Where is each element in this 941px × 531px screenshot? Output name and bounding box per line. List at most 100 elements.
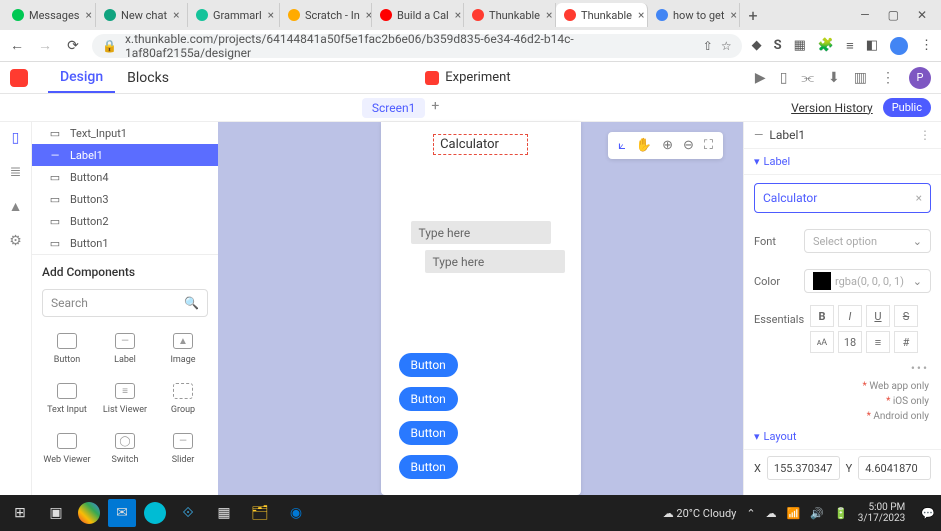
component-slider[interactable]: —Slider: [154, 427, 212, 471]
component-web-viewer[interactable]: Web Viewer: [38, 427, 96, 471]
wifi-icon[interactable]: 📶: [787, 507, 801, 520]
canvas-button[interactable]: Button: [399, 387, 458, 411]
canvas-text-input[interactable]: Type here: [411, 221, 551, 244]
x-input[interactable]: 155.370347: [767, 456, 840, 480]
tree-item[interactable]: ▭Button1: [32, 232, 218, 254]
more-icon[interactable]: ⋮: [919, 128, 931, 142]
zoom-out-icon[interactable]: ⊖: [683, 138, 694, 153]
app-icon[interactable]: ▦: [210, 499, 238, 527]
close-icon[interactable]: ×: [546, 8, 552, 22]
profile-avatar[interactable]: [890, 37, 908, 55]
add-screen-button[interactable]: +: [431, 98, 439, 118]
forward-icon[interactable]: →: [36, 37, 54, 54]
project-name[interactable]: Experiment: [445, 70, 510, 85]
pointer-icon[interactable]: ⟀: [618, 138, 626, 153]
component-button[interactable]: Button: [38, 327, 96, 371]
more-icon[interactable]: •••: [744, 357, 941, 379]
share-icon[interactable]: ⇧: [703, 39, 713, 53]
tab-blocks[interactable]: Blocks: [115, 64, 181, 92]
component-label[interactable]: —Label: [96, 327, 154, 371]
canvas-text-input[interactable]: Type here: [425, 250, 565, 273]
play-icon[interactable]: ▶: [755, 70, 766, 86]
section-toggle[interactable]: ▾ Layout: [754, 430, 931, 443]
extension-icon[interactable]: ◆: [752, 38, 762, 53]
browser-tab[interactable]: Thunkable×: [464, 3, 556, 27]
notifications-icon[interactable]: 💬: [921, 507, 935, 520]
label-text-input[interactable]: Calculator ×: [754, 183, 931, 213]
clock[interactable]: 5:00 PM 3/17/2023: [858, 502, 912, 524]
browser-tab[interactable]: New chat×: [96, 3, 188, 27]
clear-icon[interactable]: ×: [916, 191, 922, 205]
more-icon[interactable]: ⋮: [881, 70, 895, 86]
chrome-icon[interactable]: [78, 502, 100, 524]
taskview-icon[interactable]: ▣: [42, 499, 70, 527]
tree-item-selected[interactable]: —Label1: [32, 144, 218, 166]
onedrive-icon[interactable]: ☁: [766, 507, 777, 520]
maximize-icon[interactable]: ▢: [888, 8, 899, 22]
download-icon[interactable]: ⬇: [828, 70, 840, 86]
close-icon[interactable]: ×: [730, 8, 736, 22]
vscode-icon[interactable]: ⟐: [174, 499, 202, 527]
extension-icon[interactable]: ▦: [794, 38, 806, 53]
menu-icon[interactable]: ⋮: [920, 38, 933, 53]
underline-button[interactable]: U: [866, 305, 890, 327]
bold-button[interactable]: B: [810, 305, 834, 327]
canvas-button[interactable]: Button: [399, 353, 458, 377]
italic-button[interactable]: I: [838, 305, 862, 327]
database-icon[interactable]: ≣: [10, 164, 22, 180]
component-list-viewer[interactable]: ≡List Viewer: [96, 377, 154, 421]
edge-icon[interactable]: ◉: [282, 499, 310, 527]
component-group[interactable]: Group: [154, 377, 212, 421]
color-select[interactable]: rgba(0, 0, 0, 1)⌄: [804, 269, 931, 293]
section-toggle[interactable]: ▾ Label: [754, 155, 931, 168]
mail-icon[interactable]: ✉: [108, 499, 136, 527]
tree-item[interactable]: ▭Button3: [32, 188, 218, 210]
canvas-button[interactable]: Button: [399, 421, 458, 445]
gear-icon[interactable]: ⚙: [9, 233, 22, 249]
design-canvas[interactable]: Calculator Type here Type here Button Bu…: [218, 122, 743, 495]
browser-tab[interactable]: Grammarl×: [188, 3, 280, 27]
close-icon[interactable]: ×: [638, 8, 644, 22]
tree-item[interactable]: ▭Text_Input1: [32, 122, 218, 144]
minimize-icon[interactable]: —: [860, 8, 869, 22]
browser-tab-active[interactable]: Thunkable×: [556, 3, 648, 27]
close-icon[interactable]: ×: [455, 8, 461, 22]
extensions-icon[interactable]: 🧩: [818, 38, 834, 53]
tree-item[interactable]: ▭Button4: [32, 166, 218, 188]
browser-tab[interactable]: Scratch - In×: [280, 3, 372, 27]
app-icon[interactable]: [144, 502, 166, 524]
star-icon[interactable]: ☆: [721, 39, 732, 53]
component-image[interactable]: ▲Image: [154, 327, 212, 371]
font-select[interactable]: Select option⌄: [804, 229, 931, 253]
font-size-input[interactable]: 18: [838, 331, 862, 353]
image-icon[interactable]: ▲: [9, 198, 23, 215]
close-icon[interactable]: ×: [173, 8, 179, 22]
reading-list-icon[interactable]: ≡: [846, 38, 854, 54]
battery-icon[interactable]: 🔋: [834, 507, 848, 520]
docs-icon[interactable]: ▥: [854, 70, 867, 86]
strike-button[interactable]: S: [894, 305, 918, 327]
align-button[interactable]: ≡: [866, 331, 890, 353]
back-icon[interactable]: ←: [8, 37, 26, 54]
search-input[interactable]: Search 🔍: [42, 289, 208, 317]
close-icon[interactable]: ×: [85, 8, 91, 22]
y-input[interactable]: 4.6041870: [858, 456, 931, 480]
explorer-icon[interactable]: 🗂: [246, 499, 274, 527]
tray-chevron-icon[interactable]: ⌃: [746, 507, 755, 520]
canvas-button[interactable]: Button: [399, 455, 458, 479]
zoom-in-icon[interactable]: ⊕: [662, 138, 673, 153]
hand-icon[interactable]: ✋: [636, 138, 652, 153]
volume-icon[interactable]: 🔊: [810, 507, 824, 520]
reload-icon[interactable]: ⟳: [64, 38, 82, 54]
tab-design[interactable]: Design: [48, 63, 115, 93]
screen-tab[interactable]: Screen1: [362, 98, 425, 118]
address-bar[interactable]: 🔒 x.thunkable.com/projects/64144841a50f5…: [92, 34, 742, 58]
public-badge[interactable]: Public: [883, 98, 931, 117]
component-switch[interactable]: ◯Switch: [96, 427, 154, 471]
user-avatar[interactable]: P: [909, 67, 931, 89]
new-tab-button[interactable]: +: [740, 6, 766, 25]
device-icon[interactable]: ▯: [780, 70, 788, 86]
component-text-input[interactable]: Text Input: [38, 377, 96, 421]
browser-tab[interactable]: how to get×: [648, 3, 740, 27]
weather-widget[interactable]: ☁ 20°C Cloudy: [663, 507, 737, 520]
